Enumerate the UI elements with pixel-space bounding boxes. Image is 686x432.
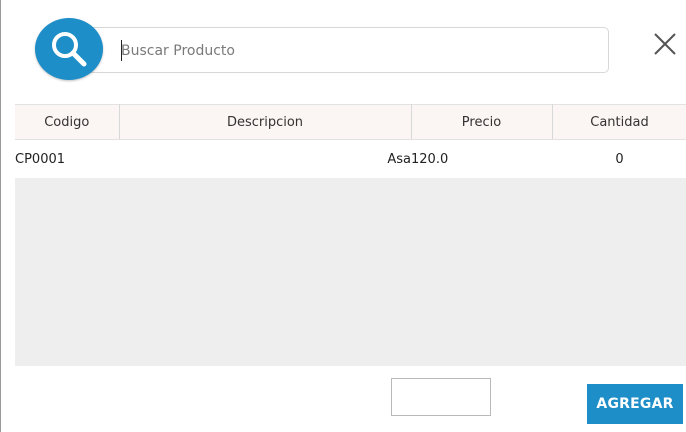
- add-button[interactable]: AGREGAR: [587, 384, 683, 424]
- cell-descripcion: Asa: [119, 139, 411, 178]
- search-icon: [52, 32, 87, 67]
- table-row[interactable]: CP0001 Asa 120.0 0: [15, 139, 686, 178]
- close-button[interactable]: [649, 29, 681, 61]
- quantity-input[interactable]: [391, 378, 491, 416]
- column-header-codigo[interactable]: Codigo: [15, 104, 120, 140]
- cell-cantidad: 0: [552, 139, 686, 178]
- cell-codigo: CP0001: [15, 139, 119, 178]
- product-search-dialog: Codigo Descripcion Precio Cantidad CP000…: [0, 0, 686, 432]
- products-table: Codigo Descripcion Precio Cantidad CP000…: [15, 104, 686, 178]
- search-button[interactable]: [35, 18, 103, 80]
- table-header-row: Codigo Descripcion Precio Cantidad: [15, 104, 686, 140]
- column-header-cantidad[interactable]: Cantidad: [552, 104, 686, 140]
- column-header-precio[interactable]: Precio: [411, 104, 553, 140]
- cell-precio: 120.0: [411, 139, 552, 178]
- close-icon: [654, 33, 676, 55]
- column-header-descripcion[interactable]: Descripcion: [119, 104, 412, 140]
- text-caret: [121, 40, 122, 61]
- search-input[interactable]: [121, 40, 591, 62]
